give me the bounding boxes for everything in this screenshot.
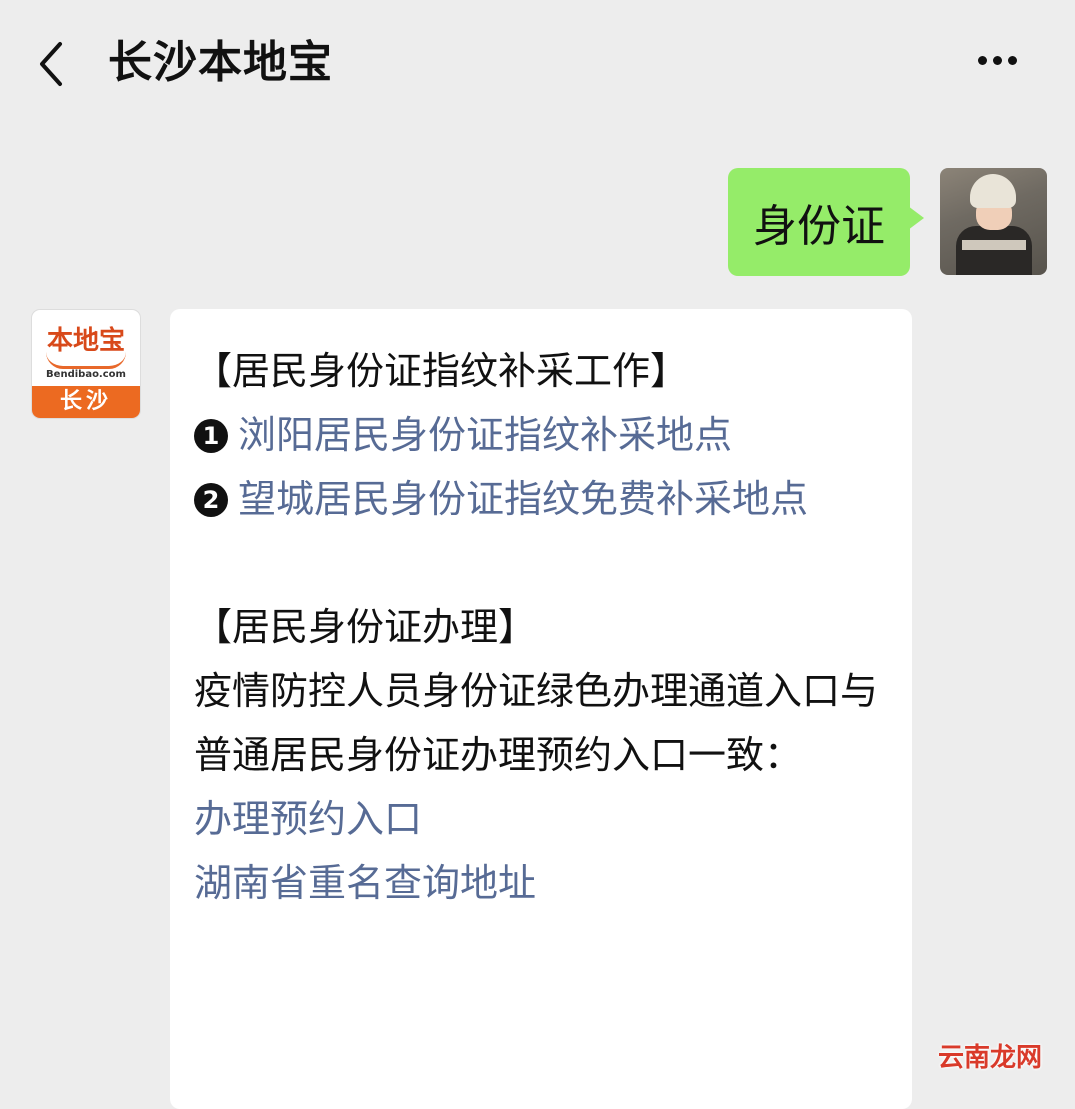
logo-domain: Bendibao.com bbox=[46, 369, 126, 380]
sent-message-bubble[interactable]: 身份证 bbox=[728, 168, 924, 276]
chat-title: 长沙本地宝 bbox=[108, 37, 333, 88]
section-title-fingerprint: 【居民身份证指纹补采工作】 bbox=[194, 349, 689, 393]
link-liuyang-fingerprint[interactable]: 浏阳居民身份证指纹补采地点 bbox=[238, 413, 732, 457]
number-badge: 2 bbox=[194, 483, 228, 517]
list-item: 1 浏阳居民身份证指纹补采地点 bbox=[194, 403, 894, 467]
link-duplicate-name-query[interactable]: 湖南省重名查询地址 bbox=[194, 851, 894, 915]
chevron-left-icon[interactable] bbox=[30, 38, 78, 90]
logo-arc bbox=[46, 352, 126, 369]
more-horizontal-icon[interactable] bbox=[975, 50, 1035, 80]
received-message-bubble: 【居民身份证指纹补采工作】 1 浏阳居民身份证指纹补采地点 2 望城居民身份证指纹免… bbox=[170, 309, 912, 1109]
link-booking[interactable]: 办理预约入口 bbox=[194, 787, 894, 851]
watermark: 云南龙网 bbox=[938, 1043, 1043, 1073]
top-bar: 长沙本地宝 bbox=[0, 0, 1075, 128]
section-title-id-card: 【居民身份证办理】 bbox=[194, 605, 537, 649]
list-item: 2 望城居民身份证指纹免费补采地点 bbox=[194, 467, 894, 531]
link-wangcheng-fingerprint[interactable]: 望城居民身份证指纹免费补采地点 bbox=[238, 477, 808, 521]
logo-city: 长沙 bbox=[32, 386, 140, 418]
number-badge: 1 bbox=[194, 419, 228, 453]
body-text: 疫情防控人员身份证绿色办理通道入口与普通居民身份证办理预约入口一致： bbox=[194, 669, 879, 777]
user-avatar[interactable] bbox=[940, 168, 1047, 275]
official-account-avatar[interactable]: 本地宝 Bendibao.com 长沙 bbox=[32, 310, 140, 418]
